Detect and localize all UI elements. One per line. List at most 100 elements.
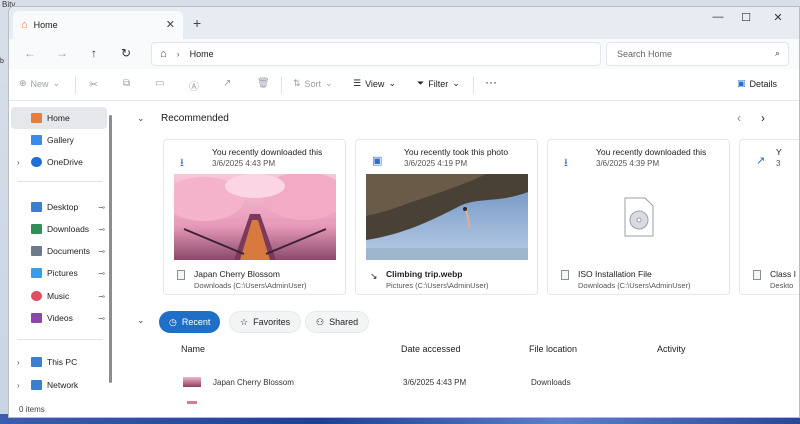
chevron-down-icon: ⌄: [325, 78, 333, 88]
sidebar-item-downloads[interactable]: Downloads ⊸: [11, 218, 107, 240]
image-file-icon: [177, 270, 185, 280]
desktop-tick: b: [0, 58, 4, 65]
sidebar-scrollbar[interactable]: [109, 115, 112, 383]
row-file-location: Downloads: [531, 378, 571, 387]
more-options-button[interactable]: ···: [485, 75, 497, 89]
details-pane-icon: ▣: [737, 78, 746, 88]
details-button[interactable]: ▣ Details: [737, 78, 777, 89]
sidebar-divider: [17, 181, 103, 182]
column-header-activity[interactable]: Activity: [657, 344, 686, 354]
pin-icon[interactable]: ⊸: [98, 292, 105, 301]
file-icon: [187, 401, 197, 404]
maximize-button[interactable]: ☐: [733, 11, 759, 24]
tab-label: Favorites: [253, 317, 291, 327]
recommended-card[interactable]: ↗ Y 3 Class I Deskto: [739, 139, 799, 295]
cut-icon[interactable]: ✂: [89, 78, 98, 91]
tab-shared[interactable]: ⚇ Shared: [305, 311, 370, 333]
sidebar-item-label: Desktop: [47, 202, 79, 212]
up-button[interactable]: ↑: [85, 46, 103, 60]
sidebar-item-gallery[interactable]: Gallery: [11, 129, 107, 151]
pin-icon[interactable]: ⊸: [98, 225, 105, 234]
minimize-button[interactable]: —: [705, 11, 731, 23]
new-button[interactable]: ⊕ New ⌄: [19, 78, 60, 89]
sidebar-item-onedrive[interactable]: › OneDrive: [11, 151, 107, 173]
chevron-down-icon[interactable]: ⌄: [137, 315, 145, 326]
card-file-location: Downloads (C:\Users\AdminUser): [194, 281, 307, 290]
close-button[interactable]: ✕: [765, 11, 791, 24]
recommended-card[interactable]: ⭳ You recently downloaded this 3/6/2025 …: [163, 139, 346, 295]
share-icon: ↗: [756, 155, 766, 167]
rename-icon[interactable]: Ⓐ: [189, 78, 199, 93]
column-header-name[interactable]: Name: [181, 344, 205, 354]
chevron-down-icon: ⌄: [52, 78, 61, 88]
card-file-name: ISO Installation File: [578, 269, 652, 279]
forward-button[interactable]: →: [53, 46, 71, 60]
sidebar-item-desktop[interactable]: Desktop ⊸: [11, 196, 107, 218]
pin-icon[interactable]: ⊸: [98, 203, 105, 212]
desktop-icon: [31, 202, 42, 212]
card-file-name: Japan Cherry Blossom: [194, 269, 280, 279]
sidebar-item-documents[interactable]: Documents ⊸: [11, 240, 107, 262]
copy-icon[interactable]: ⧉: [123, 78, 130, 89]
search-input[interactable]: Search Home ⌕: [606, 42, 789, 66]
pin-icon[interactable]: ⊸: [98, 314, 105, 323]
card-date: 3: [776, 159, 781, 168]
document-icon: [31, 246, 42, 256]
refresh-button[interactable]: ↻: [117, 46, 135, 60]
view-label: View: [365, 78, 385, 89]
sidebar-item-music[interactable]: Music ⊸: [11, 285, 107, 307]
sidebar-item-label: Network: [47, 380, 79, 390]
row-date-accessed: 3/6/2025 4:43 PM: [403, 378, 467, 387]
share-icon[interactable]: ↗: [223, 78, 231, 89]
sidebar-item-pictures[interactable]: Pictures ⊸: [11, 262, 107, 284]
chevron-right-icon[interactable]: ›: [761, 111, 765, 125]
cherry-blossom-thumbnail: [174, 174, 336, 260]
tab-close-icon[interactable]: ✕: [166, 18, 175, 31]
sidebar-item-label: This PC: [47, 357, 78, 367]
chevron-right-icon[interactable]: ›: [17, 358, 20, 367]
sort-label: Sort: [304, 78, 322, 89]
tab-label: Recent: [181, 317, 211, 327]
paste-icon[interactable]: ▭: [155, 78, 164, 89]
new-tab-button[interactable]: +: [193, 15, 201, 31]
sidebar-divider: [17, 339, 103, 340]
sidebar-item-label: Gallery: [47, 135, 74, 145]
view-icon: ☰: [353, 78, 362, 88]
chevron-down-icon[interactable]: ⌄: [137, 113, 145, 124]
content-area: Home Gallery › OneDrive Desktop ⊸ Downlo…: [9, 101, 799, 417]
chevron-right-icon[interactable]: ›: [17, 381, 20, 390]
pin-icon[interactable]: ⊸: [98, 269, 105, 278]
sort-button[interactable]: ⇅ Sort ⌄: [293, 78, 333, 89]
chevron-left-icon[interactable]: ‹: [737, 111, 741, 125]
filter-icon: ⏷: [417, 78, 425, 88]
column-header-date-accessed[interactable]: Date accessed: [401, 344, 461, 354]
chevron-right-icon[interactable]: ›: [17, 158, 20, 167]
column-header-file-location[interactable]: File location: [529, 344, 577, 354]
breadcrumb-home[interactable]: Home: [190, 49, 214, 59]
row-file-name: Japan Cherry Blossom: [213, 378, 294, 387]
card-action: You recently took this photo: [404, 147, 509, 157]
plus-icon: ⊕: [19, 78, 27, 88]
tab-favorites[interactable]: ☆ Favorites: [229, 311, 302, 333]
chevron-down-icon: ⌄: [388, 78, 396, 88]
sidebar-item-home[interactable]: Home: [11, 107, 107, 129]
title-bar: ⌂ Home ✕ + — ☐ ✕: [9, 7, 799, 39]
tab-home[interactable]: ⌂ Home ✕: [13, 11, 183, 39]
filter-button[interactable]: ⏷ Filter ⌄: [417, 78, 460, 89]
download-icon: [31, 224, 42, 234]
recommended-card[interactable]: ⭳ You recently downloaded this 3/6/2025 …: [547, 139, 730, 295]
view-button[interactable]: ☰ View ⌄: [353, 78, 396, 89]
card-file-name: Climbing trip.webp: [386, 269, 463, 279]
tab-recent[interactable]: ◷ Recent: [159, 311, 221, 333]
card-file-location: Downloads (C:\Users\AdminUser): [578, 281, 691, 290]
sidebar-item-this-pc[interactable]: › This PC: [11, 351, 107, 373]
address-path-box[interactable]: ⌂ › Home: [151, 42, 601, 66]
delete-icon[interactable]: 🗑: [257, 78, 270, 89]
sidebar-item-network[interactable]: › Network: [11, 374, 107, 396]
sidebar-item-videos[interactable]: Videos ⊸: [11, 307, 107, 329]
back-button[interactable]: ←: [21, 46, 39, 60]
status-bar-item-count: 0 items: [19, 405, 45, 414]
recommended-card[interactable]: ▣ You recently took this photo 3/6/2025 …: [355, 139, 538, 295]
pin-icon[interactable]: ⊸: [98, 247, 105, 256]
clock-icon: ◷: [169, 316, 177, 327]
